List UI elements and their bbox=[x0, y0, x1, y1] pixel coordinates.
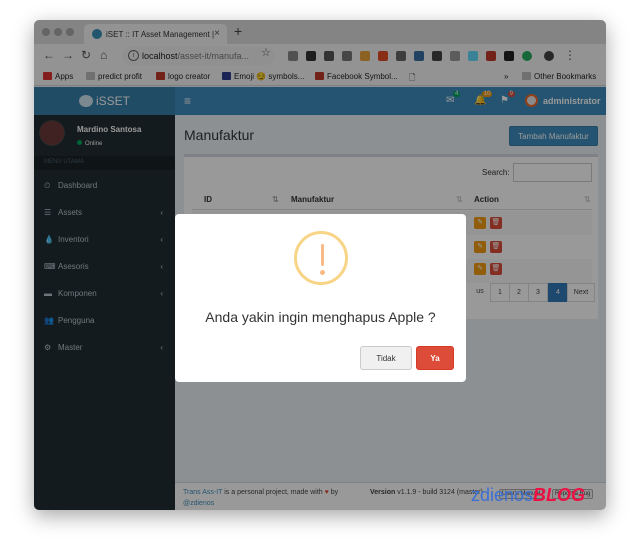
warning-icon bbox=[294, 231, 348, 285]
dialog-message: Anda yakin ingin menghapus Apple ? bbox=[205, 309, 436, 325]
browser-window: iSET :: IT Asset Management | × + ← → ↻ … bbox=[34, 20, 606, 510]
watermark: zdienosBLOG bbox=[471, 485, 586, 505]
confirm-dialog: Anda yakin ingin menghapus Apple ? Tidak… bbox=[175, 214, 466, 382]
cancel-button[interactable]: Tidak bbox=[360, 346, 412, 370]
confirm-delete-button[interactable]: Ya bbox=[416, 346, 454, 370]
